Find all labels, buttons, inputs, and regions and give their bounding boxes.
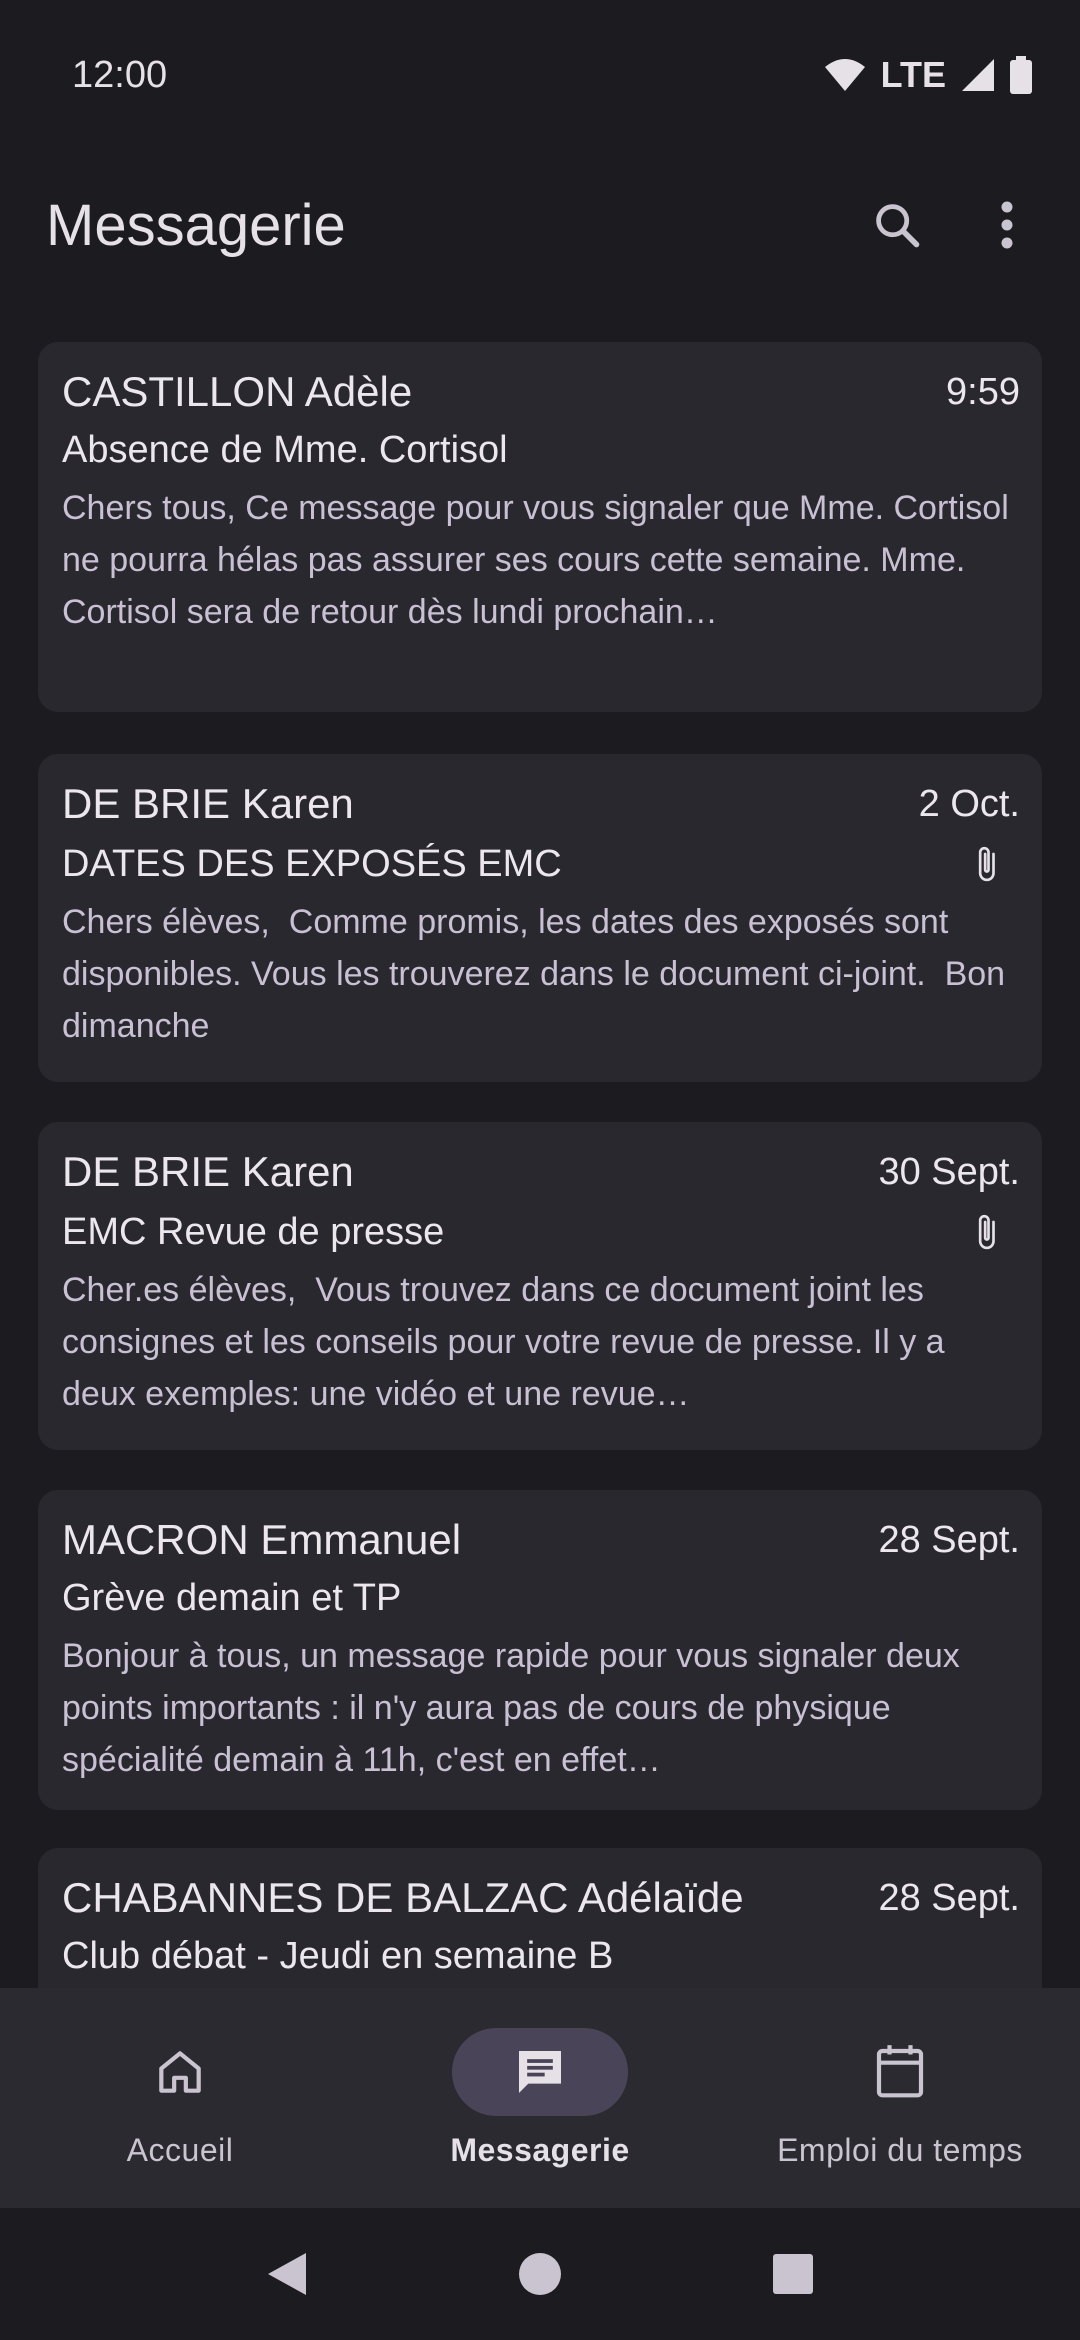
attachment-icon	[978, 1214, 995, 1250]
search-button[interactable]	[842, 170, 952, 280]
back-icon[interactable]	[266, 2251, 308, 2297]
message-icon	[519, 2051, 561, 2093]
nav-pill-active	[452, 2028, 628, 2116]
nav-label: Messagerie	[450, 2132, 630, 2168]
message-date: 28 Sept.	[878, 1876, 1020, 1919]
message-sender: CHABANNES DE BALZAC Adélaïde	[62, 1874, 744, 1921]
nav-label: Accueil	[126, 2132, 234, 2168]
message-date: 28 Sept.	[878, 1518, 1020, 1561]
page-title: Messagerie	[46, 192, 346, 258]
home-icon	[159, 2051, 201, 2093]
nav-label: Emploi du temps	[777, 2132, 1023, 2168]
more-options-button[interactable]	[952, 170, 1062, 280]
nav-pill	[92, 2028, 268, 2116]
message-sender: MACRON Emmanuel	[62, 1516, 462, 1563]
status-bar: 12:00 LTE	[0, 0, 1080, 150]
system-navigation	[0, 2208, 1080, 2340]
message-subject: Club débat - Jeudi en semaine B	[62, 1934, 614, 1977]
message-sender: DE BRIE Karen	[62, 780, 354, 827]
nav-item-messagerie[interactable]: Messagerie	[360, 1988, 720, 2208]
attachment-icon	[978, 846, 995, 882]
network-type: LTE	[880, 54, 946, 95]
message-subject: EMC Revue de presse	[62, 1210, 445, 1253]
battery-icon	[1010, 56, 1032, 94]
app-bar: Messagerie	[0, 165, 1080, 285]
wifi-icon	[824, 59, 865, 91]
message-card[interactable]: DE BRIE Karen 2 Oct. DATES DES EXPOSÉS E…	[38, 754, 1042, 1082]
message-preview: Chers élèves, Comme promis, les dates de…	[62, 903, 1015, 1045]
search-icon	[876, 204, 920, 248]
message-date: 9:59	[946, 370, 1020, 413]
message-card[interactable]: DE BRIE Karen 30 Sept. EMC Revue de pres…	[38, 1122, 1042, 1450]
message-sender: CASTILLON Adèle	[62, 368, 413, 415]
message-card[interactable]: CASTILLON Adèle 9:59 Absence de Mme. Cor…	[38, 342, 1042, 712]
home-circle-icon[interactable]	[518, 2252, 562, 2296]
calendar-icon	[876, 2045, 924, 2098]
message-card[interactable]: MACRON Emmanuel 28 Sept. Grève demain et…	[38, 1490, 1042, 1810]
more-vert-icon	[1001, 201, 1013, 249]
status-icons: LTE	[823, 54, 1032, 96]
recents-icon[interactable]	[772, 2253, 814, 2295]
message-subject: Absence de Mme. Cortisol	[62, 428, 508, 471]
message-preview: Bonjour à tous, un message rapide pour v…	[62, 1637, 970, 1779]
message-preview: Cher.es élèves, Vous trouvez dans ce doc…	[62, 1271, 955, 1413]
message-date: 30 Sept.	[878, 1150, 1020, 1193]
bottom-navigation: Accueil Messagerie Emploi du temps	[0, 1988, 1080, 2208]
nav-item-accueil[interactable]: Accueil	[0, 1988, 360, 2208]
nav-item-emploi-du-temps[interactable]: Emploi du temps	[720, 1988, 1080, 2208]
message-sender: DE BRIE Karen	[62, 1148, 354, 1195]
signal-icon	[962, 59, 994, 91]
message-preview: Chers tous, Ce message pour vous signale…	[62, 489, 1028, 631]
status-time: 12:00	[72, 53, 168, 96]
nav-pill	[812, 2028, 988, 2116]
message-subject: Grève demain et TP	[62, 1576, 402, 1619]
message-date: 2 Oct.	[918, 782, 1020, 825]
message-subject: DATES DES EXPOSÉS EMC	[62, 842, 562, 885]
